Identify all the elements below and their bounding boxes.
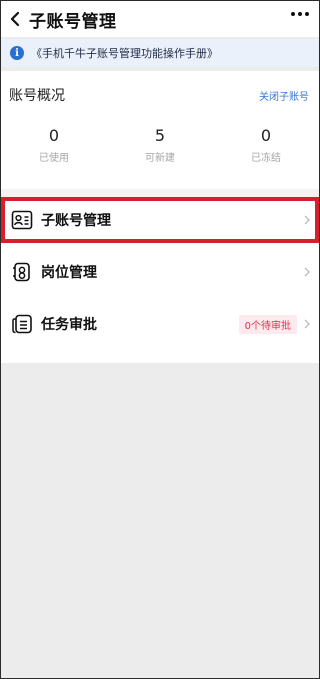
back-button[interactable] <box>1 1 29 37</box>
stat-label: 已冻结 <box>251 153 281 164</box>
more-dot-icon <box>298 12 302 16</box>
menu-item-subaccount-management[interactable]: 子账号管理 <box>1 197 319 243</box>
stat-value: 0 <box>260 126 272 145</box>
stat-used: 0 已使用 <box>1 127 107 167</box>
more-button[interactable] <box>291 12 309 16</box>
main-content: 账号概况 关闭子账号 0 已使用 5 可新建 0 已冻结 子账号管理 岗位管理 … <box>1 71 319 363</box>
page-title: 子账号管理 <box>29 11 117 32</box>
info-icon: i <box>10 46 24 60</box>
document-list-icon <box>11 313 33 335</box>
menu-item-task-approval[interactable]: 任务审批 0个待审批 <box>1 301 319 347</box>
stat-frozen: 0 已冻结 <box>213 127 319 167</box>
stat-label: 已使用 <box>39 153 69 164</box>
menu-item-position-management[interactable]: 岗位管理 <box>1 249 319 295</box>
top-bar: 子账号管理 <box>1 1 319 37</box>
more-dot-icon <box>291 12 295 16</box>
account-stats: 0 已使用 5 可新建 0 已冻结 <box>1 127 319 167</box>
stat-value: 5 <box>154 126 166 145</box>
close-subaccount-link[interactable]: 关闭子账号 <box>259 88 309 103</box>
pending-approval-badge: 0个待审批 <box>238 314 297 334</box>
back-arrow-icon <box>10 11 20 27</box>
manual-banner[interactable]: i 《手机千牛子账号管理功能操作手册》 <box>1 39 319 67</box>
menu-item-label: 子账号管理 <box>41 213 111 229</box>
stat-available: 5 可新建 <box>107 127 213 167</box>
overview-title: 账号概况 <box>9 88 65 104</box>
manual-link[interactable]: 《手机千牛子账号管理功能操作手册》 <box>31 45 218 61</box>
menu-item-label: 任务审批 <box>41 317 97 333</box>
screen: 子账号管理 i 《手机千牛子账号管理功能操作手册》 账号概况 关闭子账号 0 已… <box>0 0 320 679</box>
chevron-right-icon <box>304 319 310 329</box>
badge-icon <box>11 261 33 283</box>
chevron-right-icon <box>304 267 310 277</box>
more-dot-icon <box>305 12 309 16</box>
stat-value: 0 <box>48 126 60 145</box>
overview-header: 账号概况 关闭子账号 <box>1 85 319 105</box>
user-list-icon <box>11 209 33 231</box>
stat-label: 可新建 <box>145 153 175 164</box>
section-divider <box>1 189 319 197</box>
chevron-right-icon <box>304 215 310 225</box>
menu-item-label: 岗位管理 <box>41 265 97 281</box>
